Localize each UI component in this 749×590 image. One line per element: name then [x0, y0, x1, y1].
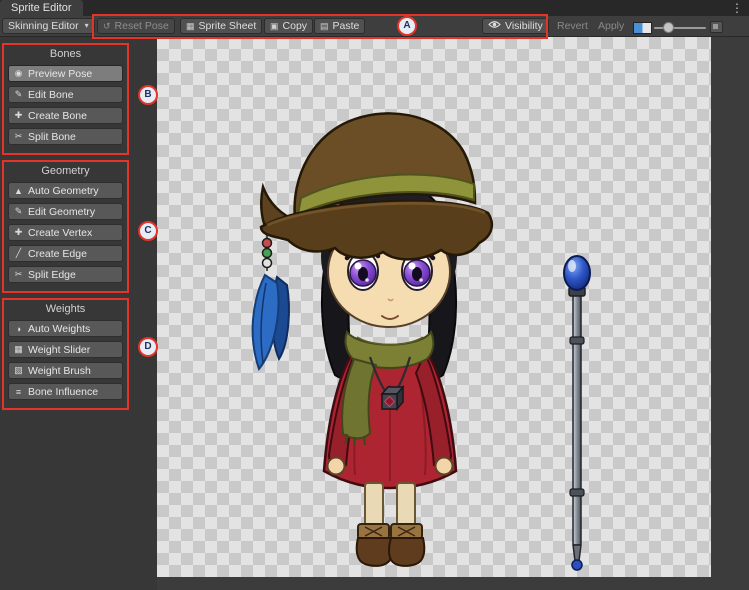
- sprite-artwork: [157, 37, 711, 577]
- tab-strip: Sprite Editor ⋮: [0, 0, 749, 16]
- weight-brush-label: Weight Brush: [28, 365, 91, 377]
- split-bone-label: Split Bone: [28, 131, 76, 143]
- sprite-sheet-button[interactable]: ▦ Sprite Sheet: [180, 18, 262, 34]
- create-bone-label: Create Bone: [28, 110, 87, 122]
- revert-button[interactable]: Revert: [551, 18, 594, 34]
- reset-pose-button[interactable]: ↺ Reset Pose: [97, 18, 175, 34]
- toolbar: Skinning Editor ▾ ↺ Reset Pose ▦ Sprite …: [0, 16, 749, 37]
- paste-label: Paste: [333, 19, 360, 33]
- create-vertex-label: Create Vertex: [28, 227, 92, 239]
- mode-dropdown-label: Skinning Editor: [8, 19, 79, 33]
- bones-panel-title: Bones: [4, 48, 127, 60]
- weights-panel-title: Weights: [4, 303, 127, 315]
- mode-dropdown[interactable]: Skinning Editor ▾: [2, 18, 95, 34]
- edit-bone-label: Edit Bone: [28, 89, 74, 101]
- create-vertex-button[interactable]: ✚ Create Vertex: [8, 224, 123, 241]
- bone-influence-icon: ≡: [13, 387, 24, 397]
- edit-bone-button[interactable]: ✎ Edit Bone: [8, 86, 123, 103]
- weights-panel: Weights ◑ Auto Weights ▦ Weight Slider ▧…: [2, 298, 129, 410]
- auto-weights-icon: ◑: [13, 324, 24, 334]
- preview-pose-icon: ◉: [13, 68, 24, 79]
- annotation-badge-b: B: [138, 85, 158, 105]
- zoom-slider[interactable]: [654, 27, 706, 29]
- reset-pose-label: Reset Pose: [115, 19, 169, 33]
- sprite-editor-window: { "tab": { "title": "Sprite Editor" }, "…: [0, 0, 749, 590]
- visibility-button[interactable]: Visibility: [482, 18, 549, 34]
- edit-geometry-label: Edit Geometry: [28, 206, 95, 218]
- weight-slider-label: Weight Slider: [28, 344, 90, 356]
- eye-icon: [488, 19, 501, 33]
- auto-geometry-label: Auto Geometry: [28, 185, 99, 197]
- split-bone-icon: ✂: [13, 131, 24, 142]
- zoom-slider-handle[interactable]: [663, 22, 674, 33]
- bone-influence-button[interactable]: ≡ Bone Influence: [8, 383, 123, 400]
- preview-pose-label: Preview Pose: [28, 68, 92, 80]
- kebab-menu-icon[interactable]: ⋮: [730, 0, 744, 16]
- weight-brush-button[interactable]: ▧ Weight Brush: [8, 362, 123, 379]
- edit-geometry-button[interactable]: ✎ Edit Geometry: [8, 203, 123, 220]
- split-edge-label: Split Edge: [28, 269, 76, 281]
- copy-button[interactable]: ▣ Copy: [264, 18, 313, 34]
- staff-sprite[interactable]: [564, 256, 590, 570]
- tool-sidebar: Bones ◉ Preview Pose ✎ Edit Bone ✚ Creat…: [0, 37, 157, 590]
- annotation-badge-d: D: [138, 337, 158, 357]
- weight-brush-icon: ▧: [13, 365, 24, 376]
- color-preview-swatch-icon[interactable]: [633, 22, 652, 34]
- auto-geometry-icon: ▲: [13, 186, 24, 196]
- visibility-label: Visibility: [505, 19, 543, 33]
- weight-slider-button[interactable]: ▦ Weight Slider: [8, 341, 123, 358]
- auto-weights-button[interactable]: ◑ Auto Weights: [8, 320, 123, 337]
- edit-bone-icon: ✎: [13, 89, 24, 100]
- auto-weights-label: Auto Weights: [28, 323, 90, 335]
- annotation-badge-a: A: [397, 16, 417, 36]
- create-bone-button[interactable]: ✚ Create Bone: [8, 107, 123, 124]
- split-edge-button[interactable]: ✂ Split Edge: [8, 266, 123, 283]
- character-sprite[interactable]: [253, 113, 492, 565]
- reset-pose-icon: ↺: [103, 19, 111, 33]
- geometry-panel-title: Geometry: [4, 165, 127, 177]
- weight-slider-icon: ▦: [13, 344, 24, 355]
- sprite-canvas[interactable]: [157, 37, 711, 577]
- apply-button[interactable]: Apply: [592, 18, 630, 34]
- apply-label: Apply: [598, 19, 624, 33]
- paste-button[interactable]: ▤ Paste: [314, 18, 365, 34]
- create-edge-label: Create Edge: [28, 248, 87, 260]
- split-bone-button[interactable]: ✂ Split Bone: [8, 128, 123, 145]
- create-bone-icon: ✚: [13, 110, 24, 121]
- copy-icon: ▣: [270, 19, 279, 33]
- geometry-panel: Geometry ▲ Auto Geometry ✎ Edit Geometry…: [2, 160, 129, 293]
- bones-panel: Bones ◉ Preview Pose ✎ Edit Bone ✚ Creat…: [2, 43, 129, 155]
- tab-sprite-editor[interactable]: Sprite Editor: [0, 0, 83, 16]
- paste-icon: ▤: [320, 19, 329, 33]
- mip-levels-icon[interactable]: [710, 21, 723, 33]
- split-edge-icon: ✂: [13, 269, 24, 280]
- bone-influence-label: Bone Influence: [28, 386, 98, 398]
- edit-geometry-icon: ✎: [13, 206, 24, 217]
- create-edge-icon: ╱: [13, 248, 24, 259]
- annotation-badge-c: C: [138, 221, 158, 241]
- sprite-sheet-label: Sprite Sheet: [199, 19, 257, 33]
- revert-label: Revert: [557, 19, 588, 33]
- preview-pose-button[interactable]: ◉ Preview Pose: [8, 65, 123, 82]
- create-edge-button[interactable]: ╱ Create Edge: [8, 245, 123, 262]
- chevron-down-icon: ▾: [85, 19, 89, 33]
- create-vertex-icon: ✚: [13, 227, 24, 238]
- sprite-sheet-icon: ▦: [186, 19, 195, 33]
- auto-geometry-button[interactable]: ▲ Auto Geometry: [8, 182, 123, 199]
- copy-label: Copy: [283, 19, 308, 33]
